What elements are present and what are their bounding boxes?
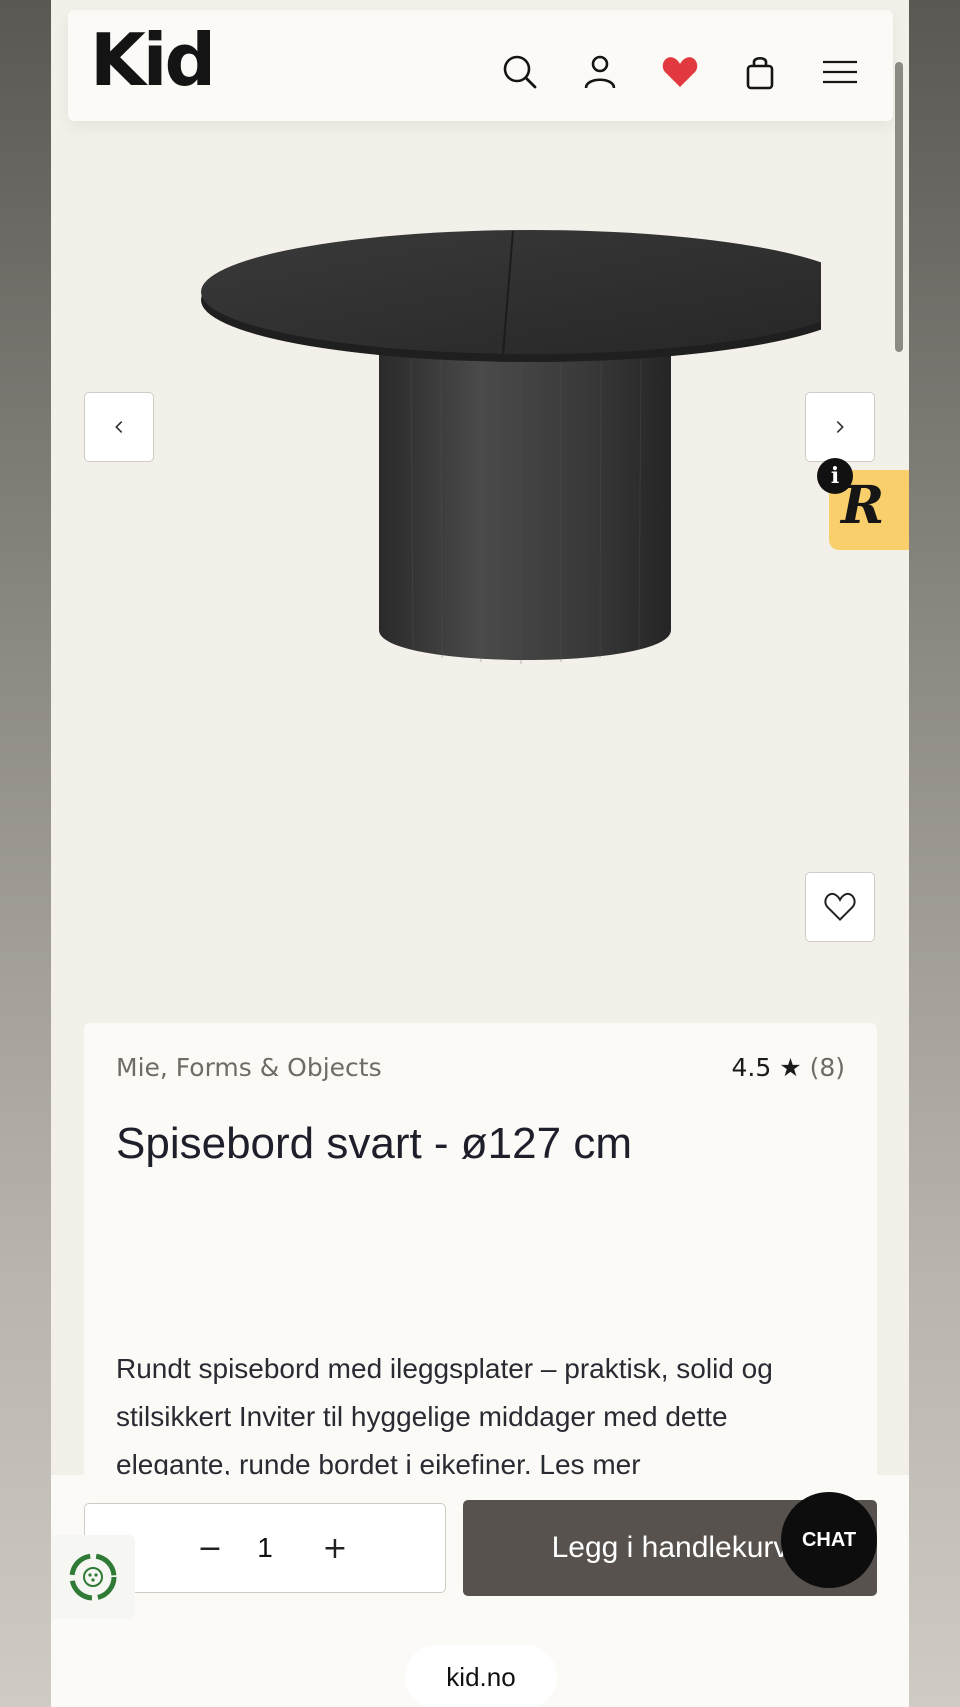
description-text: Rundt spisebord med ileggsplater – prakt… <box>116 1353 773 1480</box>
rating-count: (8) <box>809 1053 845 1082</box>
account-icon[interactable] <box>580 52 620 92</box>
heart-icon[interactable] <box>660 52 700 92</box>
rating-value: 4.5 <box>731 1053 772 1082</box>
browser-url-pill[interactable]: kid.no <box>405 1645 557 1707</box>
product-brand[interactable]: Mie, Forms & Objects <box>116 1053 382 1082</box>
product-image <box>201 230 821 664</box>
increase-quantity-button[interactable]: + <box>315 1526 355 1570</box>
search-icon[interactable] <box>500 52 540 92</box>
kid-logo[interactable]: Kid <box>90 24 216 96</box>
product-gallery[interactable] <box>51 140 909 1020</box>
info-icon[interactable]: i <box>817 458 853 494</box>
chevron-right-icon <box>836 421 844 433</box>
heart-outline-icon <box>824 892 856 922</box>
menu-icon[interactable] <box>820 52 860 92</box>
next-image-button[interactable] <box>805 392 875 462</box>
sticky-cart-bar: − 1 + Legg i handlekurv CHAT kid.no <box>51 1475 909 1707</box>
decrease-quantity-button[interactable]: − <box>190 1526 230 1570</box>
recycle-icon <box>69 1553 117 1601</box>
product-page: Kid R i Mie, Forms & Objects 4.5 ★ (8) S… <box>51 0 909 1707</box>
eco-badge[interactable] <box>51 1535 135 1619</box>
site-header: Kid <box>68 10 893 121</box>
quantity-value[interactable]: 1 <box>245 1526 285 1570</box>
product-description: Rundt spisebord med ileggsplater – prakt… <box>116 1345 846 1480</box>
product-info-card: Mie, Forms & Objects 4.5 ★ (8) Spisebord… <box>84 1023 877 1503</box>
page-scrollbar[interactable] <box>895 62 903 352</box>
product-title: Spisebord svart - ø127 cm <box>116 1119 632 1168</box>
product-rating[interactable]: 4.5 ★ (8) <box>731 1053 845 1082</box>
star-icon: ★ <box>779 1053 802 1082</box>
chat-button[interactable]: CHAT <box>781 1492 877 1588</box>
add-to-favorites-button[interactable] <box>805 872 875 942</box>
bag-icon[interactable] <box>740 52 780 92</box>
previous-image-button[interactable] <box>84 392 154 462</box>
chevron-left-icon <box>115 421 123 433</box>
quantity-stepper: − 1 + <box>84 1503 446 1593</box>
